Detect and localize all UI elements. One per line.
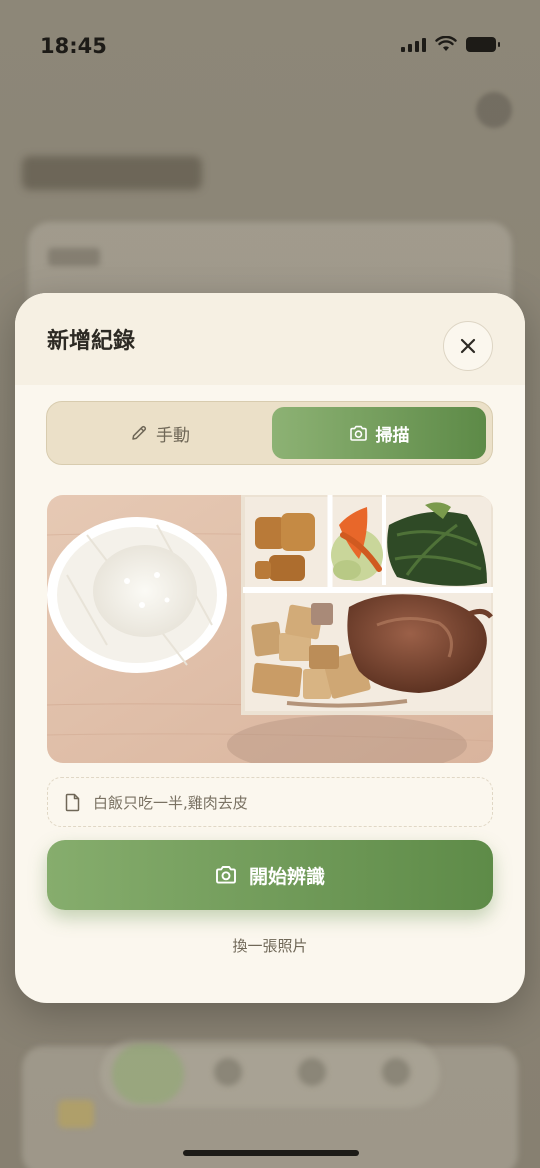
start-recognition-button[interactable]: 開始辨識 bbox=[47, 840, 493, 910]
close-button[interactable] bbox=[443, 321, 493, 371]
background-gear-icon bbox=[476, 92, 512, 128]
modal-title: 新增紀錄 bbox=[47, 329, 136, 354]
background-card-label bbox=[48, 248, 100, 266]
background-badge bbox=[58, 1100, 94, 1128]
input-mode-tabs: 手動 掃描 bbox=[46, 401, 493, 465]
background-tab-active bbox=[112, 1044, 184, 1104]
change-photo-link[interactable]: 換一張照片 bbox=[15, 935, 525, 956]
add-record-modal: 新增紀錄 手動 掃描 白飯只吃一半,雞肉去皮 開始辨識 換一張照片 bbox=[15, 293, 525, 1003]
note-text: 白飯只吃一半,雞肉去皮 bbox=[93, 793, 248, 812]
status-icons bbox=[401, 36, 500, 52]
camera-icon bbox=[216, 866, 236, 884]
battery-icon bbox=[466, 36, 500, 52]
wifi-icon bbox=[435, 36, 457, 51]
signal-icon bbox=[401, 36, 426, 52]
background-tab-icon bbox=[382, 1058, 410, 1086]
tab-manual-label: 手動 bbox=[156, 425, 190, 446]
background-page-title bbox=[22, 156, 202, 190]
background-tab-icon bbox=[214, 1058, 242, 1086]
food-photo-illustration bbox=[47, 495, 493, 763]
start-recognition-label: 開始辨識 bbox=[248, 865, 325, 888]
close-icon bbox=[460, 338, 476, 354]
camera-icon bbox=[349, 425, 367, 441]
status-time: 18:45 bbox=[40, 34, 107, 58]
food-photo bbox=[47, 495, 493, 763]
tab-scan[interactable]: 掃描 bbox=[272, 407, 486, 459]
home-indicator bbox=[183, 1150, 359, 1156]
pencil-icon bbox=[132, 425, 147, 440]
tab-manual[interactable]: 手動 bbox=[53, 407, 267, 459]
tab-scan-label: 掃描 bbox=[375, 425, 410, 446]
background-tab-icon bbox=[298, 1058, 326, 1086]
document-icon bbox=[65, 793, 80, 811]
note-field[interactable]: 白飯只吃一半,雞肉去皮 bbox=[47, 777, 493, 827]
status-bar: 18:45 bbox=[0, 0, 540, 92]
